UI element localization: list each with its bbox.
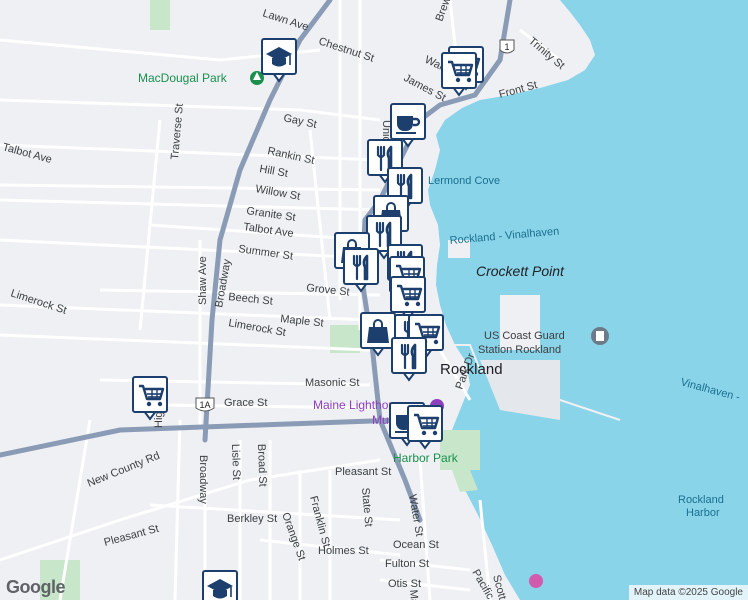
- grocery-marker[interactable]: [132, 376, 168, 421]
- google-logo: Google: [6, 577, 66, 597]
- route-1-shield: 1: [499, 39, 515, 54]
- street-broad-st: Broad St: [255, 444, 268, 487]
- coast-guard-label-1: US Coast Guard: [484, 330, 565, 342]
- rockland-town-label: Rockland: [440, 361, 503, 378]
- crockett-point-label: Crockett Point: [476, 263, 565, 279]
- street-lisle-st: Lisle St: [229, 444, 242, 480]
- grocery-marker[interactable]: [407, 405, 443, 450]
- svg-text:1: 1: [504, 42, 509, 52]
- restaurant-marker[interactable]: [343, 248, 379, 293]
- rockland-harbor-label-2: Harbor: [686, 507, 720, 519]
- restaurant-marker[interactable]: [391, 337, 427, 382]
- street-masonic-st: Masonic St: [305, 377, 359, 389]
- street-pleasant-st-1: Pleasant St: [335, 466, 391, 478]
- school-marker[interactable]: [261, 38, 297, 83]
- svg-text:1A: 1A: [199, 400, 210, 410]
- street-main: Main: [407, 589, 421, 600]
- landmark-icon-sw: [529, 574, 543, 588]
- street-shaw-ave: Shaw Ave: [197, 256, 209, 305]
- macdougal-park-label: MacDougal Park: [138, 71, 228, 85]
- street-ocean-st: Ocean St: [393, 539, 439, 551]
- street-fulton-st: Fulton St: [385, 558, 429, 570]
- street-broadway-2: Broadway: [197, 455, 209, 504]
- map-canvas[interactable]: 1 1A Lawn Ave Chestnut St Gay St Rankin …: [0, 0, 748, 600]
- map-attribution: Map data ©2025 Google: [628, 585, 748, 600]
- coast-guard-icon: [591, 327, 609, 345]
- park-north: [150, 0, 170, 30]
- rockland-harbor-label-1: Rockland: [678, 494, 724, 506]
- coast-guard-label-2: Station Rockland: [478, 344, 561, 356]
- harbor-park-label: Harbor Park: [393, 451, 459, 465]
- street-grace-st: Grace St: [224, 397, 267, 409]
- lighthouse-museum-label-2: Mu: [372, 413, 389, 427]
- school-marker[interactable]: [202, 570, 238, 600]
- lermond-cove-label: Lermond Cove: [428, 175, 500, 187]
- grocery-marker[interactable]: [441, 52, 477, 97]
- route-1a-shield: 1A: [195, 397, 215, 412]
- grocery-marker[interactable]: [390, 276, 426, 321]
- street-berkley-st: Berkley St: [227, 513, 277, 525]
- shopping-marker[interactable]: [360, 312, 396, 357]
- street-otis-st: Otis St: [388, 578, 421, 590]
